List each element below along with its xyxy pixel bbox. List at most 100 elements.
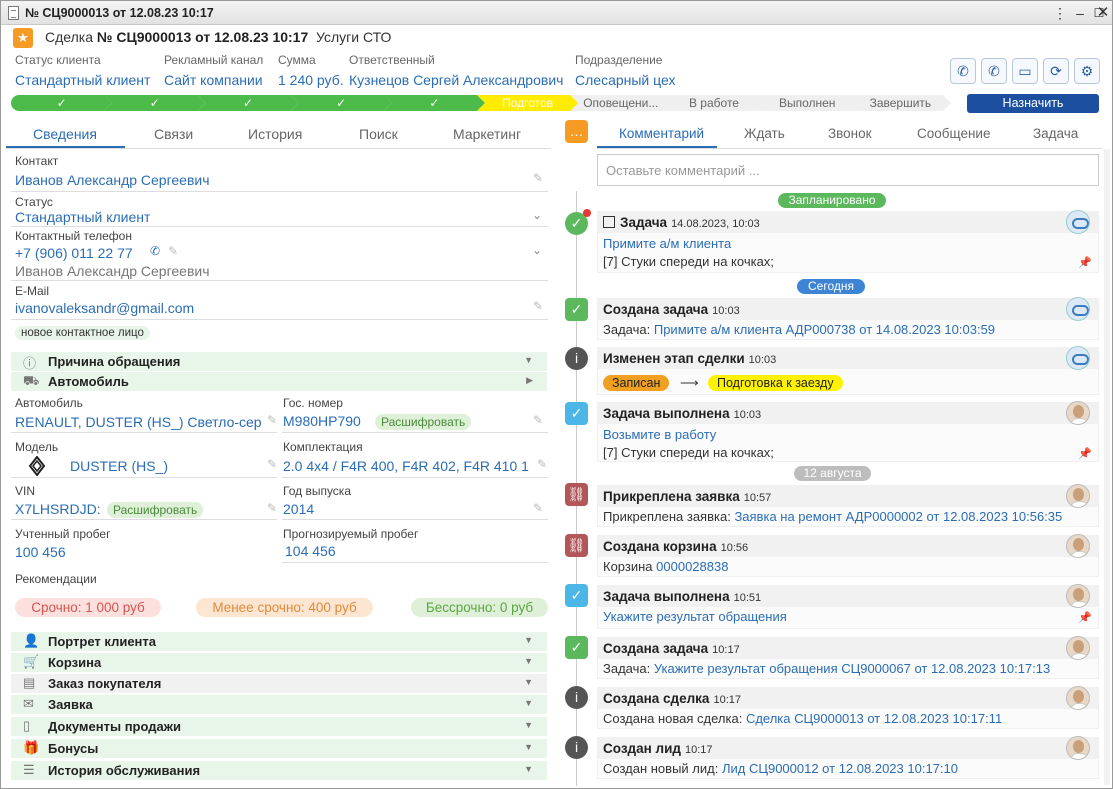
comment-icon[interactable]: …	[565, 120, 588, 143]
tab-details[interactable]: Сведения	[33, 126, 97, 142]
section-client-portrait[interactable]: 👤 Портрет клиента ▼	[11, 632, 547, 651]
stage-1[interactable]: ✓	[11, 95, 112, 111]
close-button[interactable]: ✕	[1094, 4, 1112, 22]
task-checkbox[interactable]	[603, 216, 615, 228]
triangle-down-icon: ▼	[524, 635, 533, 645]
event-card[interactable]: Задача выполнена 10:03 Возьмите в работу …	[597, 401, 1099, 462]
status-value[interactable]: Стандартный клиент	[15, 209, 150, 225]
tab-search[interactable]: Поиск	[359, 126, 398, 142]
chevron-down-icon[interactable]: ⌄	[532, 243, 542, 257]
event-card[interactable]: Создана корзина 10:56 Корзина 0000028838	[597, 534, 1099, 577]
tab-history[interactable]: История	[248, 126, 302, 142]
triangle-down-icon: ▼	[524, 698, 533, 708]
active-tab-indicator	[597, 146, 717, 148]
stage-8[interactable]: В работе	[663, 95, 764, 111]
tab-wait[interactable]: Ждать	[744, 126, 785, 141]
tab-message[interactable]: Сообщение	[917, 126, 990, 141]
section-sales-documents[interactable]: ▯ Документы продажи ▼	[11, 717, 547, 736]
avatar	[1066, 584, 1090, 608]
new-contact-tag[interactable]: новое контактное лицо	[15, 326, 150, 340]
event-card[interactable]: Создана задача 10:03 Задача: Примите а/м …	[597, 297, 1099, 340]
tab-comment[interactable]: Комментарий	[619, 126, 704, 141]
edit-pencil-icon[interactable]: ✎	[168, 244, 178, 258]
kit-value[interactable]: 2.0 4x4 / F4R 400, F4R 402, F4R 410 1	[283, 458, 529, 474]
event-card[interactable]: Прикреплена заявка 10:57 Прикреплена заяв…	[597, 484, 1099, 527]
assign-button[interactable]: Назначить	[967, 94, 1099, 113]
minimize-button[interactable]: –	[1071, 4, 1089, 22]
chat-icon[interactable]: ▭	[1012, 58, 1038, 84]
comment-input[interactable]: Оставьте комментарий ...	[597, 154, 1099, 186]
ad-channel-field[interactable]: Рекламный канал Сайт компании	[164, 53, 263, 88]
year-value[interactable]: 2014	[283, 501, 314, 517]
more-icon[interactable]: ⋮	[1051, 4, 1069, 22]
pin-icon[interactable]: 📌	[1078, 447, 1092, 460]
decode-plate-button[interactable]: Расшифровать	[375, 414, 472, 430]
tab-task[interactable]: Задача	[1033, 126, 1078, 141]
section-request[interactable]: ✉ Заявка ▼	[11, 695, 547, 714]
mileage-value[interactable]: 100 456	[15, 544, 66, 560]
vin-value[interactable]: X7LHSRDJD:	[15, 501, 101, 517]
urgent-badge[interactable]: Срочно: 1 000 руб	[15, 598, 161, 617]
stage-5[interactable]: ✓	[384, 95, 485, 111]
stage-3[interactable]: ✓	[197, 95, 298, 111]
plate-value[interactable]: М980НР790	[283, 413, 361, 429]
pin-icon[interactable]: 📌	[1078, 256, 1092, 269]
phone-icon[interactable]: ✆	[981, 58, 1007, 84]
pin-icon[interactable]: 📌	[1078, 611, 1092, 624]
email-label: E-Mail	[15, 284, 50, 298]
section-bonuses[interactable]: 🎁 Бонусы ▼	[11, 739, 547, 758]
sum-field[interactable]: Сумма 1 240 руб.	[278, 53, 344, 88]
event-card[interactable]: Создан лид 10:17 Создан новый лид: Лид СЦ…	[597, 736, 1099, 779]
event-card[interactable]: Создана задача 10:17 Задача: Укажите резу…	[597, 636, 1099, 679]
section-cart[interactable]: 🛒 Корзина ▼	[11, 653, 547, 672]
stage-7[interactable]: Оповещени...	[570, 95, 671, 111]
planned-divider: Запланировано	[778, 193, 886, 208]
forecast-value[interactable]: 104 456	[285, 543, 336, 559]
event-card[interactable]: Изменен этап сделки 10:03 Записан ⟶ Подго…	[597, 346, 1099, 395]
tab-marketing[interactable]: Маркетинг	[453, 126, 521, 142]
department-field[interactable]: Подразделение Слесарный цех	[575, 53, 675, 88]
section-service-history[interactable]: ☰ История обслуживания ▼	[11, 761, 547, 780]
edit-pencil-icon[interactable]: ✎	[267, 457, 277, 471]
link-icon: ⛓	[565, 534, 588, 557]
less-urgent-badge[interactable]: Менее срочно: 400 руб	[196, 598, 373, 617]
no-deadline-badge[interactable]: Бессрочно: 0 руб	[411, 598, 548, 617]
event-card[interactable]: Задача 14.08.2023, 10:03 Примите а/м клие…	[597, 210, 1099, 273]
edit-pencil-icon[interactable]: ✎	[267, 413, 277, 427]
edit-pencil-icon[interactable]: ✎	[537, 457, 547, 471]
section-car[interactable]: ⛟ Автомобиль ▶	[11, 372, 547, 391]
section-reason[interactable]: ⓘ Причина обращения ▼	[11, 352, 547, 371]
responsible-field[interactable]: Ответственный Кузнецов Сергей Александров…	[349, 53, 563, 88]
decode-vin-button[interactable]: Расшифровать	[107, 502, 204, 518]
tab-links[interactable]: Связи	[154, 126, 193, 142]
year-label: Год выпуска	[283, 484, 351, 498]
edit-pencil-icon[interactable]: ✎	[533, 299, 543, 313]
stage-10[interactable]: Завершить	[850, 95, 951, 111]
person-icon: 👤	[23, 633, 40, 648]
contact-value[interactable]: Иванов Александр Сергеевич	[15, 172, 210, 188]
event-card[interactable]: Задача выполнена 10:51 Укажите результат …	[597, 584, 1099, 629]
edit-pencil-icon[interactable]: ✎	[267, 501, 277, 515]
stage-9[interactable]: Выполнен	[757, 95, 858, 111]
section-customer-order[interactable]: ▤ Заказ покупателя ▼	[11, 674, 547, 693]
call-phone-icon[interactable]: ✆	[150, 244, 160, 258]
model-value[interactable]: DUSTER (HS_)	[70, 458, 168, 474]
refresh-icon[interactable]: ⟳	[1043, 58, 1069, 84]
edit-pencil-icon[interactable]: ✎	[533, 413, 543, 427]
plate-label: Гос. номер	[283, 396, 343, 410]
settings-gear-icon[interactable]: ⚙	[1074, 58, 1100, 84]
stage-2[interactable]: ✓	[104, 95, 205, 111]
event-card[interactable]: Создана сделка 10:17 Создана новая сделка…	[597, 686, 1099, 729]
callback-icon[interactable]: ✆	[950, 58, 976, 84]
edit-pencil-icon[interactable]: ✎	[533, 171, 543, 185]
client-status-field[interactable]: Статус клиента Стандартный клиент	[15, 53, 150, 88]
scrollbar[interactable]	[1104, 149, 1110, 785]
email-value[interactable]: ivanovaleksandr@gmail.com	[15, 300, 194, 316]
phone-value[interactable]: +7 (906) 011 22 77	[15, 245, 133, 261]
tab-call[interactable]: Звонок	[828, 126, 872, 141]
edit-pencil-icon[interactable]: ✎	[533, 501, 543, 515]
stage-4[interactable]: ✓	[291, 95, 392, 111]
auto-value[interactable]: RENAULT, DUSTER (HS_) Светло-сер	[15, 414, 262, 430]
chevron-down-icon[interactable]: ⌄	[532, 208, 542, 222]
stage-6[interactable]: Подготов	[477, 95, 578, 111]
